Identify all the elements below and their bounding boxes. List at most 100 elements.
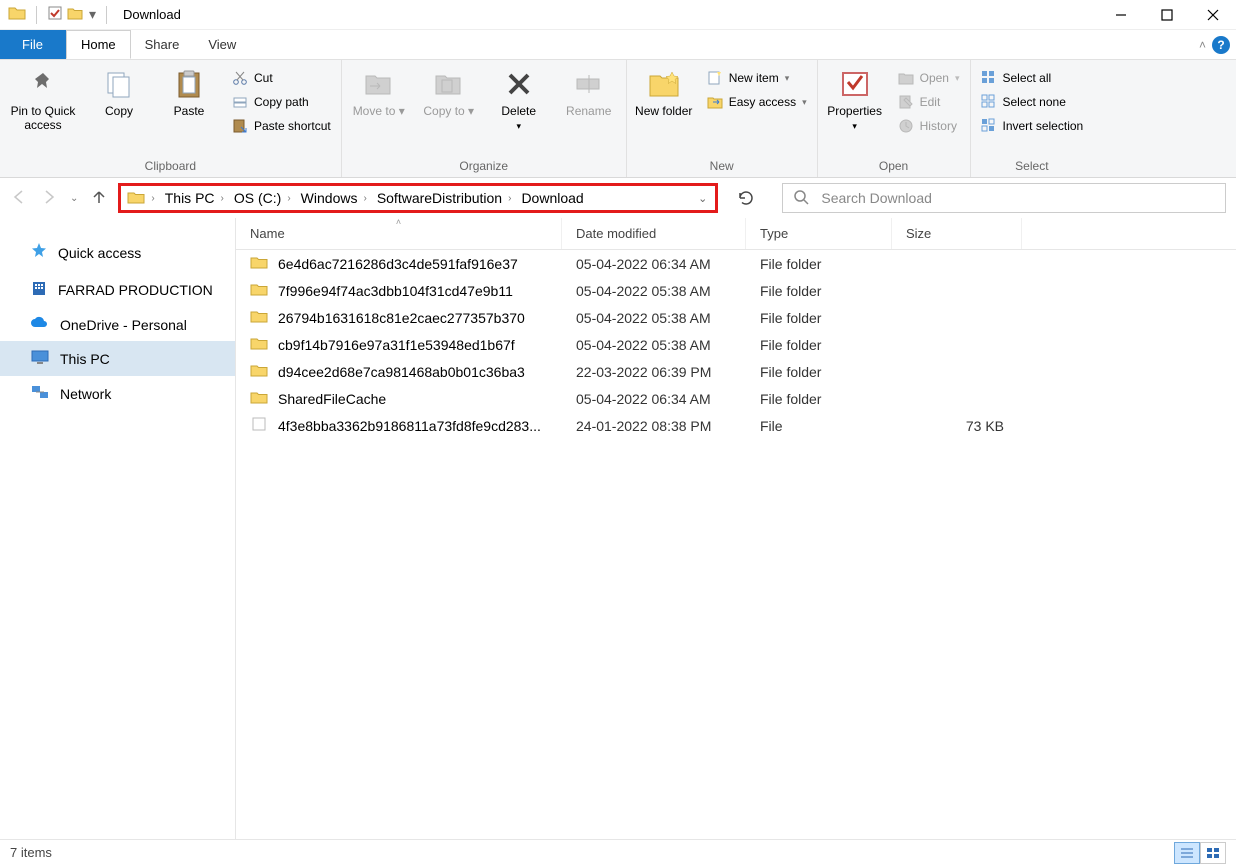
address-bar[interactable]: ›This PC ›OS (C:) ›Windows ›SoftwareDist…: [118, 183, 718, 213]
column-size[interactable]: Size: [892, 218, 1022, 249]
file-type: File: [746, 418, 892, 434]
qat-dropdown-icon[interactable]: ▾: [87, 6, 96, 23]
edit-label: Edit: [920, 95, 941, 109]
checkbox-icon[interactable]: [47, 5, 63, 24]
select-none-button[interactable]: Select none: [977, 92, 1088, 112]
search-icon: [793, 189, 809, 208]
sort-ascending-icon: ˄: [396, 217, 401, 227]
building-icon: [30, 279, 48, 300]
tab-home[interactable]: Home: [66, 30, 131, 59]
properties-button[interactable]: Properties▾: [824, 64, 886, 133]
quick-access-toolbar: ▾: [8, 5, 113, 24]
file-type: File folder: [746, 256, 892, 272]
minimize-button[interactable]: [1098, 0, 1144, 30]
file-row[interactable]: 4f3e8bba3362b9186811a73fd8fe9cd283...24-…: [236, 412, 1236, 439]
file-row[interactable]: 7f996e94f74ac3dbb104f31cd47e9b1105-04-20…: [236, 277, 1236, 304]
open-button[interactable]: Open ▾: [894, 68, 964, 88]
select-none-icon: [981, 94, 997, 110]
invert-selection-button[interactable]: Invert selection: [977, 116, 1088, 136]
column-type[interactable]: Type: [746, 218, 892, 249]
crumb-windows[interactable]: Windows: [301, 190, 358, 206]
tab-share[interactable]: Share: [131, 30, 195, 59]
history-icon: [898, 118, 914, 134]
sidebar-item-farrad[interactable]: FARRAD PRODUCTION: [0, 271, 235, 308]
paste-shortcut-icon: [232, 118, 248, 134]
tab-file[interactable]: File: [0, 30, 66, 59]
maximize-button[interactable]: [1144, 0, 1190, 30]
group-organize-label: Organize: [348, 157, 620, 175]
file-name: 6e4d6ac7216286d3c4de591faf916e37: [278, 256, 518, 272]
pin-to-quick-access-button[interactable]: Pin to Quick access: [6, 64, 80, 132]
recent-locations-button[interactable]: ⌄: [70, 193, 78, 204]
copy-button[interactable]: Copy: [88, 64, 150, 118]
group-new-label: New: [633, 157, 811, 175]
file-row[interactable]: 6e4d6ac7216286d3c4de591faf916e3705-04-20…: [236, 250, 1236, 277]
file-row[interactable]: cb9f14b7916e97a31f1e53948ed1b67f05-04-20…: [236, 331, 1236, 358]
new-item-button[interactable]: New item ▾: [703, 68, 811, 88]
copy-path-button[interactable]: Copy path: [228, 92, 335, 112]
help-icon[interactable]: ?: [1212, 36, 1230, 54]
properties-label: Properties: [827, 104, 882, 118]
cut-button[interactable]: Cut: [228, 68, 335, 88]
rename-button[interactable]: Rename: [558, 64, 620, 118]
refresh-button[interactable]: [732, 184, 760, 212]
group-clipboard-label: Clipboard: [6, 157, 335, 175]
edit-button[interactable]: Edit: [894, 92, 964, 112]
file-type: File folder: [746, 391, 892, 407]
crumb-softdist[interactable]: SoftwareDistribution: [377, 190, 502, 206]
sidebar-item-this-pc[interactable]: This PC: [0, 341, 235, 376]
select-all-button[interactable]: Select all: [977, 68, 1088, 88]
details-view-button[interactable]: [1174, 842, 1200, 864]
search-box[interactable]: [782, 183, 1226, 213]
paste-label: Paste: [174, 104, 205, 118]
new-item-icon: [707, 70, 723, 86]
new-folder-label: New folder: [635, 104, 692, 118]
select-all-icon: [981, 70, 997, 86]
forward-button[interactable]: [40, 188, 58, 209]
column-date[interactable]: Date modified: [562, 218, 746, 249]
address-dropdown-icon[interactable]: ⌄: [698, 192, 707, 205]
crumb-os-c[interactable]: OS (C:): [234, 190, 281, 206]
status-item-count: 7 items: [10, 845, 52, 860]
file-row[interactable]: 26794b1631618c81e2caec277357b37005-04-20…: [236, 304, 1236, 331]
status-bar: 7 items: [0, 839, 1236, 865]
move-to-label: Move to: [353, 104, 396, 118]
copy-path-icon: [232, 94, 248, 110]
easy-access-icon: [707, 94, 723, 110]
tab-view[interactable]: View: [194, 30, 251, 59]
folder-icon: [250, 282, 268, 299]
close-button[interactable]: [1190, 0, 1236, 30]
scissors-icon: [232, 70, 248, 86]
move-to-button[interactable]: Move to ▾: [348, 64, 410, 118]
crumb-download[interactable]: Download: [521, 190, 583, 206]
sidebar-item-network[interactable]: Network: [0, 376, 235, 411]
file-size: 73 KB: [892, 418, 1022, 434]
history-button[interactable]: History: [894, 116, 964, 136]
open-icon: [898, 70, 914, 86]
paste-shortcut-button[interactable]: Paste shortcut: [228, 116, 335, 136]
group-select: Select all Select none Invert selection …: [971, 60, 1094, 177]
easy-access-button[interactable]: Easy access ▾: [703, 92, 811, 112]
column-name[interactable]: ˄Name: [236, 218, 562, 249]
group-clipboard: Pin to Quick access Copy Paste Cut Copy …: [0, 60, 342, 177]
file-row[interactable]: SharedFileCache05-04-2022 06:34 AMFile f…: [236, 385, 1236, 412]
sidebar-item-quick-access[interactable]: Quick access: [0, 234, 235, 271]
back-button[interactable]: [10, 188, 28, 209]
sidebar-item-onedrive[interactable]: OneDrive - Personal: [0, 308, 235, 341]
search-input[interactable]: [821, 190, 1215, 206]
delete-button[interactable]: Delete▾: [488, 64, 550, 133]
file-row[interactable]: d94cee2d68e7ca981468ab0b01c36ba322-03-20…: [236, 358, 1236, 385]
new-folder-button[interactable]: New folder: [633, 64, 695, 118]
collapse-ribbon-icon[interactable]: ˄: [1199, 38, 1206, 52]
body: Quick access FARRAD PRODUCTION OneDrive …: [0, 218, 1236, 839]
invert-selection-label: Invert selection: [1003, 119, 1084, 133]
file-name: 7f996e94f74ac3dbb104f31cd47e9b11: [278, 283, 513, 299]
up-button[interactable]: [90, 188, 108, 209]
network-icon: [30, 384, 50, 403]
large-icons-view-button[interactable]: [1200, 842, 1226, 864]
copy-to-button[interactable]: Copy to ▾: [418, 64, 480, 118]
title-bar: ▾ Download: [0, 0, 1236, 30]
window-title: Download: [123, 7, 181, 22]
crumb-this-pc[interactable]: This PC: [165, 190, 215, 206]
paste-button[interactable]: Paste: [158, 64, 220, 118]
